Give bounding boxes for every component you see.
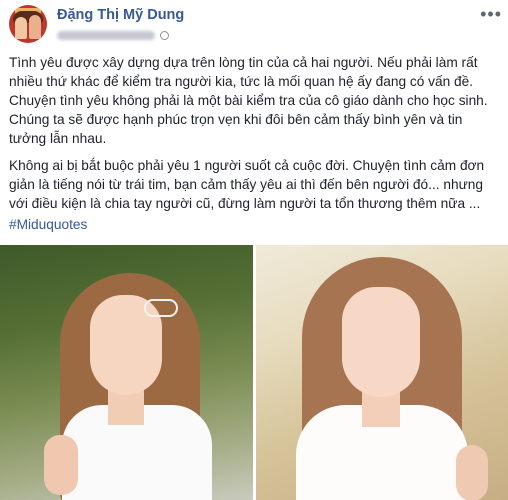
hashtag-link[interactable]: #Miduquotes [9, 217, 87, 232]
photo-grid [0, 245, 508, 500]
author-avatar[interactable] [9, 5, 47, 43]
author-name[interactable]: Đặng Thị Mỹ Dung [57, 7, 184, 23]
post-header: Đặng Thị Mỹ Dung ••• [0, 0, 508, 48]
blurred-timestamp[interactable] [57, 31, 155, 41]
globe-icon[interactable] [160, 31, 169, 41]
more-options-icon[interactable]: ••• [480, 4, 502, 25]
post-paragraph: Không ai bị bắt buộc phải yêu 1 người su… [9, 158, 485, 211]
hair-clip [144, 299, 178, 317]
post-photo-left[interactable] [0, 245, 253, 500]
post-paragraph: Tình yêu được xây dựng dựa trên lòng tin… [9, 55, 488, 146]
post-meta [57, 27, 169, 41]
post-body: Tình yêu được xây dựng dựa trên lòng tin… [9, 53, 501, 221]
post-photo-right[interactable] [256, 245, 508, 500]
